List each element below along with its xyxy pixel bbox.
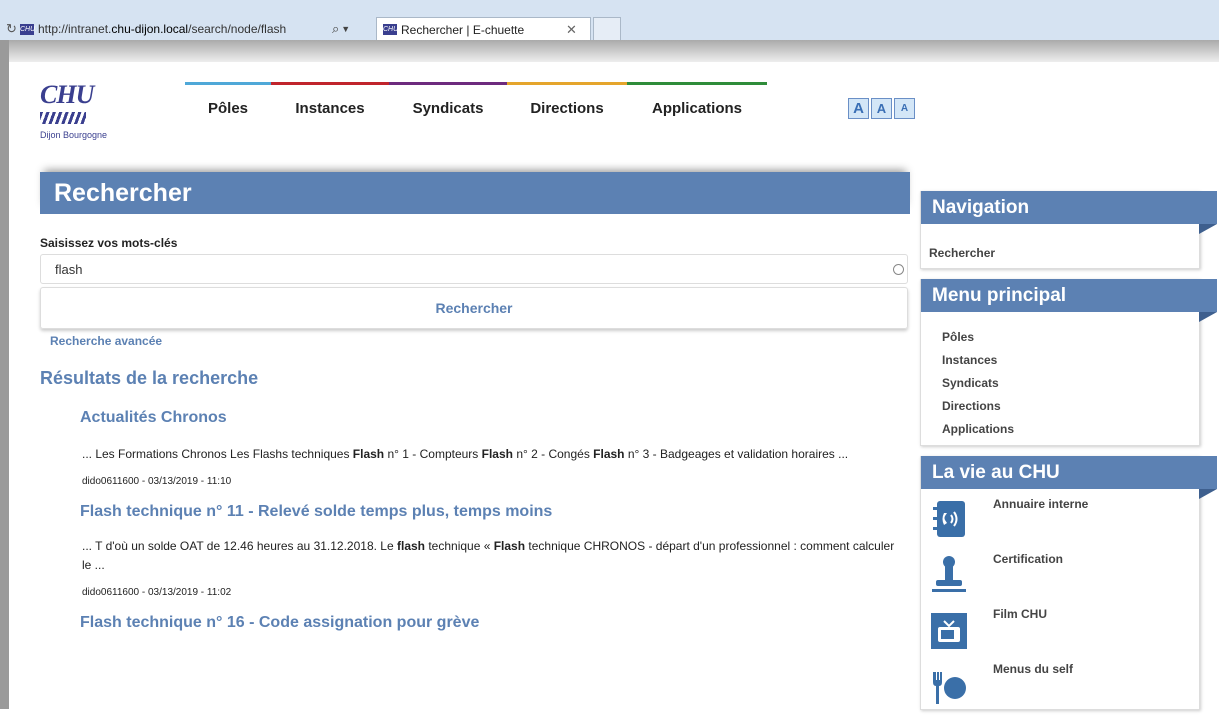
sidebar-item-applications[interactable]: Applications xyxy=(942,418,1199,441)
nav-item-poles[interactable]: Pôles xyxy=(185,82,271,132)
advanced-search-link[interactable]: Recherche avancée xyxy=(50,334,910,348)
sidebar-item-rechercher[interactable]: Rechercher xyxy=(929,242,1199,264)
sidebar-item-instances[interactable]: Instances xyxy=(942,349,1199,372)
plate-cutlery-icon xyxy=(933,672,966,704)
main-nav: Pôles Instances Syndicats Directions App… xyxy=(185,82,767,132)
page-title: Rechercher xyxy=(40,172,910,214)
vie-au-chu-block: La vie au CHU Annuaire interne Certifica… xyxy=(920,456,1217,710)
logo-bars xyxy=(40,112,86,124)
chu-logo[interactable]: CHU Dijon Bourgogne xyxy=(40,80,130,150)
tab-favicon-icon: CHU xyxy=(383,24,399,35)
nav-item-directions[interactable]: Directions xyxy=(507,82,627,132)
logo-city: Dijon Bourgogne xyxy=(40,130,108,140)
font-medium-button[interactable]: A xyxy=(871,98,892,119)
result-meta: dido0611600 - 03/13/2019 - 11:02 xyxy=(82,587,232,598)
result-meta: dido0611600 - 03/13/2019 - 11:10 xyxy=(82,476,232,487)
reload-icon[interactable]: ↻ xyxy=(6,21,20,37)
sidebar-item-poles[interactable]: Pôles xyxy=(942,326,1199,349)
sidebar-item-certification[interactable]: Certification xyxy=(921,544,1199,599)
search-result: Flash technique n° 16 - Code assignation… xyxy=(80,614,910,632)
sidebar-item-menus[interactable]: Menus du self xyxy=(921,654,1199,709)
new-tab-button[interactable] xyxy=(593,17,621,41)
search-button[interactable]: Rechercher xyxy=(40,287,908,329)
address-bar[interactable]: ↻ CHU http://intranet.chu-dijon.local/se… xyxy=(6,18,368,40)
font-small-button[interactable]: A xyxy=(894,98,915,119)
sidebar: Navigation Rechercher Menu principal Pôl… xyxy=(920,191,1217,720)
menu-principal-heading: Menu principal xyxy=(921,279,1217,322)
navigation-block: Navigation Rechercher xyxy=(920,191,1217,269)
menu-principal-block: Menu principal Pôles Instances Syndicats… xyxy=(920,279,1217,446)
sidebar-item-label: Certification xyxy=(993,552,1064,566)
sidebar-item-syndicats[interactable]: Syndicats xyxy=(942,372,1199,395)
browser-tab[interactable]: CHU Rechercher | E-chuette ✕ xyxy=(376,17,591,41)
nav-item-applications[interactable]: Applications xyxy=(627,82,767,132)
search-result: Flash technique n° 11 - Relevé solde tem… xyxy=(80,503,910,598)
menu-principal-links: Pôles Instances Syndicats Directions App… xyxy=(921,312,1199,445)
sidebar-item-label: Annuaire interne xyxy=(993,497,1089,511)
url-text[interactable]: http://intranet.chu-dijon.local/search/n… xyxy=(38,22,328,36)
search-input[interactable] xyxy=(53,255,857,283)
logo-brand: CHU xyxy=(40,80,94,109)
vie-au-chu-heading: La vie au CHU xyxy=(921,456,1217,499)
font-large-button[interactable]: A xyxy=(848,98,869,119)
navigation-links: Rechercher xyxy=(921,224,1199,268)
result-title-link[interactable]: Flash technique n° 11 - Relevé solde tem… xyxy=(80,503,910,521)
search-result: Actualités Chronos ... Les Formations Ch… xyxy=(80,409,910,487)
tab-title: Rechercher | E-chuette xyxy=(401,22,525,37)
browser-chrome: ↻ CHU http://intranet.chu-dijon.local/se… xyxy=(0,0,1219,41)
nav-item-instances[interactable]: Instances xyxy=(271,82,389,132)
nav-item-syndicats[interactable]: Syndicats xyxy=(389,82,507,132)
result-title-link[interactable]: Actualités Chronos xyxy=(80,409,910,427)
clear-icon[interactable] xyxy=(893,264,904,275)
result-title-link[interactable]: Flash technique n° 16 - Code assignation… xyxy=(80,614,910,632)
window-border xyxy=(0,40,9,709)
tv-icon xyxy=(931,613,967,649)
phone-book-icon xyxy=(933,501,965,537)
navigation-heading: Navigation xyxy=(921,191,1217,234)
font-size-controls: A A A xyxy=(848,98,915,119)
stamp-icon xyxy=(932,556,966,592)
main-content: Rechercher Saisissez vos mots-clés Reche… xyxy=(40,172,910,632)
search-icon[interactable]: ⌕ xyxy=(332,21,339,37)
results-title: Résultats de la recherche xyxy=(40,368,259,388)
site-favicon-icon: CHU xyxy=(20,23,36,35)
sidebar-item-label: Film CHU xyxy=(993,607,1047,621)
sidebar-item-label: Menus du self xyxy=(993,662,1074,676)
chevron-down-icon[interactable]: ▼ xyxy=(341,24,350,34)
sidebar-item-directions[interactable]: Directions xyxy=(942,395,1199,418)
search-field[interactable] xyxy=(40,254,908,284)
window-top-strip xyxy=(9,40,1219,62)
result-snippet: ... T d'où un solde OAT de 12.46 heures … xyxy=(82,539,895,572)
sidebar-item-annuaire[interactable]: Annuaire interne xyxy=(921,489,1199,544)
search-label: Saisissez vos mots-clés xyxy=(40,236,178,250)
sidebar-item-film[interactable]: Film CHU xyxy=(921,599,1199,654)
result-snippet: ... Les Formations Chronos Les Flashs te… xyxy=(82,447,849,461)
close-icon[interactable]: ✕ xyxy=(566,22,590,38)
